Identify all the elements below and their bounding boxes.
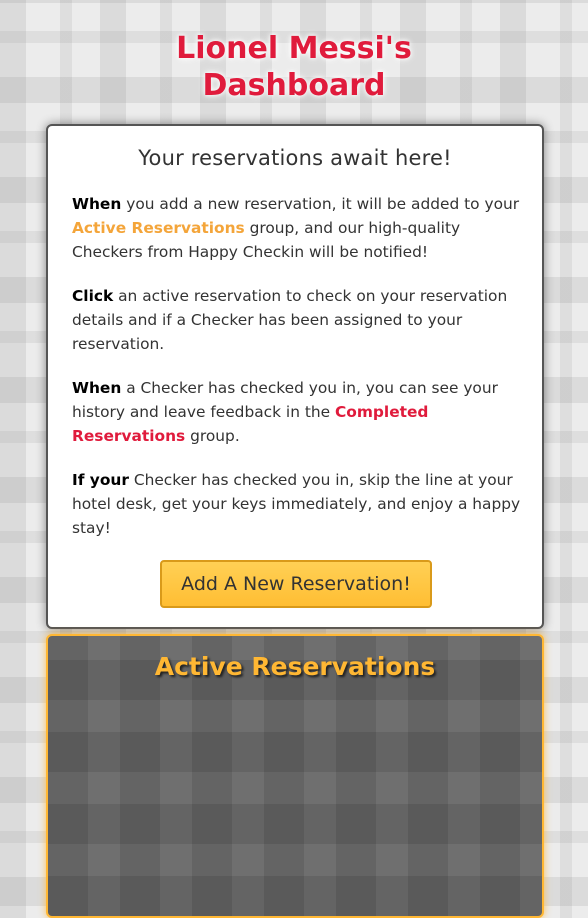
info-paragraph-text: Checker has checked you in, skip the lin…	[72, 471, 521, 537]
info-paragraph-lead: Click	[72, 287, 114, 305]
info-paragraph-text: you add a new reservation, it will be ad…	[121, 195, 520, 213]
dashboard-title-line2: Dashboard	[202, 68, 386, 103]
info-paragraph-lead: If your	[72, 471, 129, 489]
dashboard-title-line1: Lionel Messi's	[176, 31, 412, 66]
info-paragraph-text: group.	[185, 427, 240, 445]
info-paragraph-add: When you add a new reservation, it will …	[72, 192, 524, 264]
dashboard-title: Lionel Messi's Dashboard	[0, 30, 588, 104]
info-paragraph-completed: When a Checker has checked you in, you c…	[72, 376, 524, 448]
info-paragraph-checkin: If your Checker has checked you in, skip…	[72, 468, 524, 540]
info-paragraph-text: a Checker has checked you in, you can se…	[72, 379, 498, 421]
active-reservations-panel: Active Reservations	[46, 634, 544, 918]
info-paragraph-text: an active reservation to check on your r…	[72, 287, 508, 353]
add-reservation-button[interactable]: Add A New Reservation!	[160, 560, 432, 608]
info-paragraph-click: Click an active reservation to check on …	[72, 284, 524, 356]
info-paragraph-lead: When	[72, 379, 122, 397]
info-card: Your reservations await here! When you a…	[46, 124, 544, 629]
active-reservations-highlight: Active Reservations	[72, 219, 245, 237]
active-reservations-heading: Active Reservations	[154, 652, 436, 681]
info-paragraph-lead: When	[72, 195, 122, 213]
info-card-heading: Your reservations await here!	[138, 146, 452, 170]
